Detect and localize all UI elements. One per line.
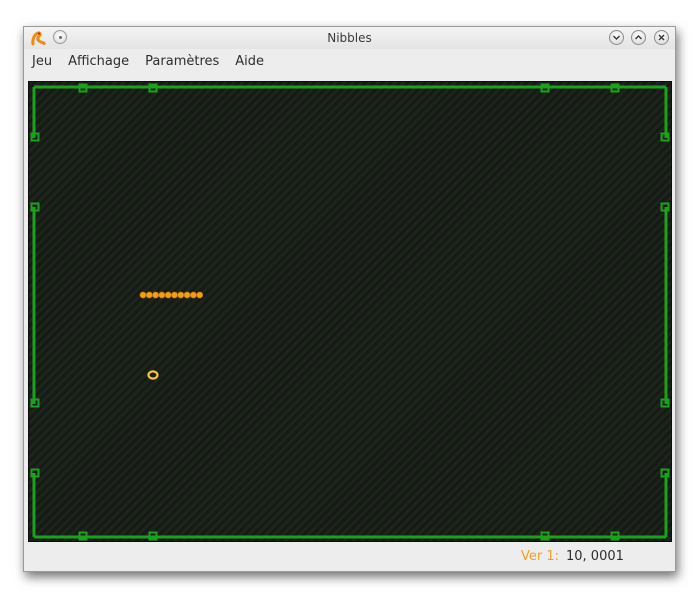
title-bar[interactable]: Nibbles — [24, 27, 675, 49]
snake-segment — [177, 291, 185, 299]
snake-segment — [196, 291, 204, 299]
chevron-up-icon[interactable] — [631, 30, 646, 45]
snake-segment — [139, 291, 147, 299]
snake-segment — [152, 291, 159, 299]
status-bar: Ver 1: 10, 0001 — [24, 545, 675, 569]
snake — [139, 291, 204, 299]
player-label: Ver 1: — [521, 549, 560, 564]
game-board[interactable] — [28, 81, 672, 542]
bonus — [147, 370, 159, 380]
menu-aide[interactable]: Aide — [235, 54, 264, 69]
snake-segment — [189, 291, 197, 299]
menu-affichage[interactable]: Affichage — [68, 54, 129, 69]
player-score: 10, 0001 — [566, 549, 624, 564]
snake-segment — [158, 291, 166, 299]
snake-segment — [164, 291, 172, 299]
menu-parametres[interactable]: Paramètres — [145, 54, 219, 69]
chevron-down-icon[interactable] — [609, 30, 624, 45]
menu-jeu[interactable]: Jeu — [32, 54, 52, 69]
close-icon[interactable] — [654, 30, 669, 45]
snake-segment — [183, 291, 191, 299]
bonus-ring — [147, 370, 159, 380]
snake-segment — [171, 291, 178, 299]
walls — [30, 83, 670, 541]
nibbles-window: Nibbles Jeu Affichage Paramètres Aide Ve… — [23, 26, 676, 572]
game-board-canvas — [30, 83, 670, 541]
menu-bar: Jeu Affichage Paramètres Aide — [24, 49, 675, 73]
snake-segment — [145, 291, 153, 299]
window-title: Nibbles — [327, 31, 372, 45]
